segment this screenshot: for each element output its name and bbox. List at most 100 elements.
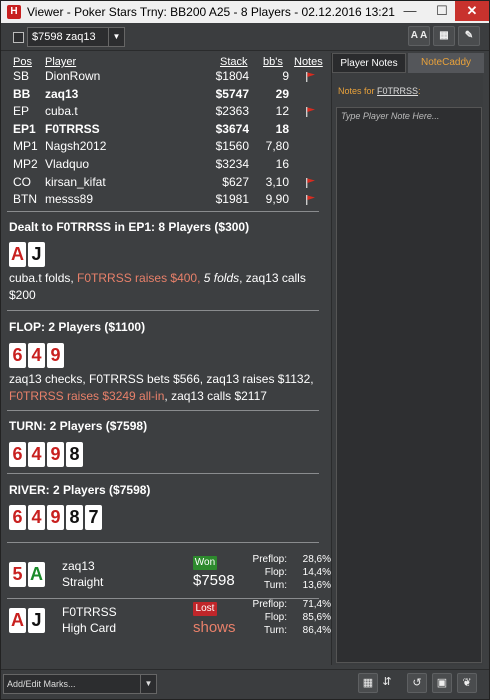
stat-label: Flop: [264,612,287,623]
note-flag-icon[interactable] [305,194,317,206]
player-stack: $3674 [215,121,249,136]
edit-button[interactable]: ✎ [458,26,480,46]
stat-label: Turn: [264,580,287,591]
maximize-button[interactable]: ☐ [427,1,457,21]
note-flag-icon[interactable] [305,71,317,83]
divider [7,410,319,411]
chevron-down-icon: ▼ [108,28,124,46]
playing-card: 6 [9,442,26,467]
close-icon: ✕ [466,3,478,18]
header-player[interactable]: Player [45,56,76,68]
result-hand: Straight [62,575,104,589]
player-bbs: 12 [275,104,289,119]
stat-value: 71,4% [302,599,331,610]
lost-badge: Lost [193,602,217,616]
tab-player-notes[interactable]: Player Notes [332,53,406,73]
header-stack[interactable]: Stack [220,56,248,68]
calendar-button[interactable]: ▦ [358,673,378,693]
stat-label: Preflop: [252,554,287,565]
player-bbs: 3,10 [265,174,289,189]
header-pos[interactable]: Pos [13,56,32,68]
player-position: MP2 [13,157,38,171]
won-badge: Won [193,556,217,570]
header-bbs[interactable]: bb's [263,56,283,68]
font-size-button[interactable]: A A [408,26,430,46]
divider [7,542,319,543]
player-row[interactable]: MP1 Nagsh2012 $1560 7,80 [7,139,325,157]
player-stack: $3234 [215,157,249,171]
chevron-down-icon: ▼ [140,675,156,693]
grid-button[interactable]: ▦ [433,26,455,46]
refresh-button[interactable]: ↺ [407,673,427,693]
playing-card: 7 [85,505,102,530]
toolbar: $7598 zaq13 ▼ A A ▦ ✎ [1,23,489,51]
flop-title: FLOP: 2 Players ($1100) [9,320,146,334]
note-flag-icon[interactable] [305,177,317,189]
player-row[interactable]: EP cuba.t $2363 12 [7,104,325,122]
playing-card: 5 [9,562,26,587]
result-player: F0TRRSS [62,605,117,619]
player-name: zaq13 [45,86,79,101]
action-highlight: F0TRRSS raises $400, [77,271,204,285]
playing-card: 6 [9,505,26,530]
player-position: BTN [13,192,37,207]
result-hand: High Card [62,621,117,635]
player-row[interactable]: CO kirsan_kifat $627 3,10 [7,175,325,193]
grid-icon: ▦ [439,30,449,41]
playing-card: J [28,242,45,267]
player-bbs: 18 [275,121,289,136]
player-stack: $627 [222,174,249,189]
player-row[interactable]: EP1 F0TRRSS $3674 18 [7,122,325,140]
action-text: , zaq13 calls $2117 [164,389,267,403]
player-note-input[interactable]: Type Player Note Here... [336,107,482,663]
lost-amount: shows [193,619,236,636]
player-bbs: 16 [275,157,289,171]
twitter-button[interactable]: ❦ [457,673,477,693]
stat-value: 86,4% [302,625,331,636]
stat-value: 85,6% [302,612,331,623]
action-folds: 5 folds [203,271,240,285]
playing-card: 4 [28,343,45,368]
player-position: EP [13,104,30,119]
hand-history-panel: Pos Player Stack bb's Notes SB DionRown $1… [7,53,331,667]
select-hand-checkbox[interactable] [13,32,24,43]
player-position: MP1 [13,139,38,154]
playing-card: A [9,242,26,267]
player-name: messs89 [45,192,94,207]
pencil-icon: ✎ [464,30,474,41]
sort-button[interactable]: ⇵ [380,673,394,693]
playing-card: 9 [47,505,64,530]
bottom-bar: Add/Edit Marks... ▼ ▦ ⇵ ↺ ▣ ❦ [1,669,489,699]
calendar-icon: ▦ [362,677,374,689]
header-notes[interactable]: Notes [294,56,323,68]
player-stack: $1804 [215,69,249,83]
playing-card: 9 [47,442,64,467]
player-row[interactable]: MP2 Vladquo $3234 16 [7,157,325,175]
player-row[interactable]: BTN messs89 $1981 9,90 [7,192,325,210]
player-row[interactable]: SB DionRown $1804 9 [7,69,325,87]
player-bbs: 9 [282,69,289,83]
app-icon: H [7,5,21,19]
note-flag-icon[interactable] [305,106,317,118]
playing-card: 8 [66,442,83,467]
save-button[interactable]: ▣ [432,673,452,693]
close-button[interactable]: ✕ [455,1,489,21]
stat-label: Flop: [264,567,287,578]
hand-select[interactable]: $7598 zaq13 ▼ [27,27,125,47]
player-row[interactable]: BB zaq13 $5747 29 [7,87,325,105]
notes-for-label: Notes for F0TRRSS: [338,86,421,96]
playing-card: J [28,608,45,633]
result-player: zaq13 [62,559,95,573]
notes-for-player[interactable]: F0TRRSS [377,86,418,96]
minimize-button[interactable]: — [395,1,425,21]
action-highlight: F0TRRSS raises $3249 all-in [9,389,165,403]
stat-value: 13,6% [302,580,331,591]
playing-card: A [9,608,26,633]
note-placeholder: Type Player Note Here... [341,111,440,121]
tab-notecaddy[interactable]: NoteCaddy [408,53,484,73]
stat-label: Preflop: [252,599,287,610]
player-name: Vladquo [45,157,90,171]
marks-select[interactable]: Add/Edit Marks... ▼ [3,674,157,694]
player-name: kirsan_kifat [45,174,106,189]
player-bbs: 9,90 [265,192,289,207]
